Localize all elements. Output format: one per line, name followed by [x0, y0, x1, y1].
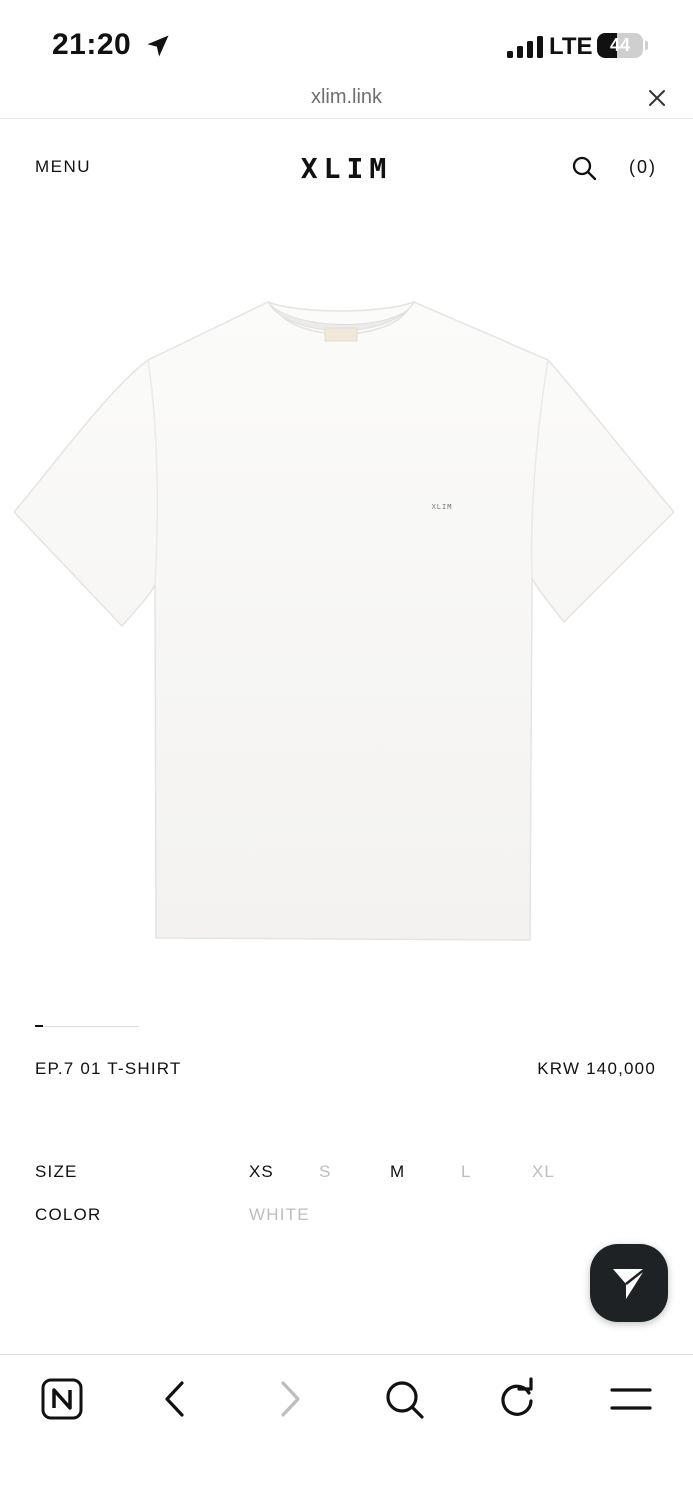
battery-icon: 44 — [597, 33, 643, 58]
size-option-l[interactable]: L — [461, 1162, 471, 1182]
tshirt-body — [12, 301, 676, 941]
location-arrow-icon — [147, 35, 169, 57]
carousel-track[interactable] — [35, 1026, 139, 1027]
chest-print: XLIM — [432, 503, 453, 511]
site-header: MENU XLIM (0) — [0, 140, 693, 200]
url-text[interactable]: xlim.link — [0, 86, 693, 109]
signal-icon — [507, 36, 543, 58]
hamburger-menu-icon[interactable] — [609, 1377, 653, 1421]
product-page: 21:20 LTE 44 xlim.link MENU XLIM (0) XLI… — [0, 0, 693, 1500]
url-bar[interactable]: xlim.link — [0, 84, 693, 119]
battery-level: 44 — [609, 35, 631, 55]
size-option-m[interactable]: M — [390, 1162, 405, 1182]
search-icon[interactable] — [571, 155, 597, 181]
product-price: KRW 140,000 — [537, 1059, 656, 1078]
close-icon[interactable] — [648, 89, 666, 107]
size-label: SIZE — [35, 1162, 78, 1181]
network-type: LTE — [549, 33, 593, 60]
product-image[interactable]: XLIM — [0, 280, 693, 960]
color-option-white[interactable]: WHITE — [249, 1205, 310, 1225]
back-arrow-icon[interactable] — [153, 1377, 197, 1421]
battery-tip — [645, 41, 648, 50]
send-plane-icon — [613, 1268, 646, 1299]
share-button[interactable] — [590, 1244, 668, 1322]
browser-toolbar — [0, 1354, 693, 1500]
size-option-xs[interactable]: XS — [249, 1162, 274, 1182]
search-icon[interactable] — [382, 1377, 426, 1421]
status-time: 21:20 — [52, 28, 132, 61]
naver-home-icon[interactable] — [40, 1377, 84, 1421]
size-option-xl[interactable]: XL — [532, 1162, 555, 1182]
forward-arrow-icon[interactable] — [268, 1377, 312, 1421]
refresh-icon[interactable] — [495, 1377, 539, 1421]
size-option-s[interactable]: S — [319, 1162, 331, 1182]
color-label: COLOR — [35, 1205, 102, 1224]
carousel-indicator — [35, 1025, 43, 1027]
neck-label — [324, 327, 358, 342]
status-bar: 21:20 LTE 44 — [0, 0, 693, 84]
cart-button[interactable]: (0) — [629, 157, 657, 178]
product-name: EP.7 01 T-SHIRT — [35, 1059, 182, 1078]
